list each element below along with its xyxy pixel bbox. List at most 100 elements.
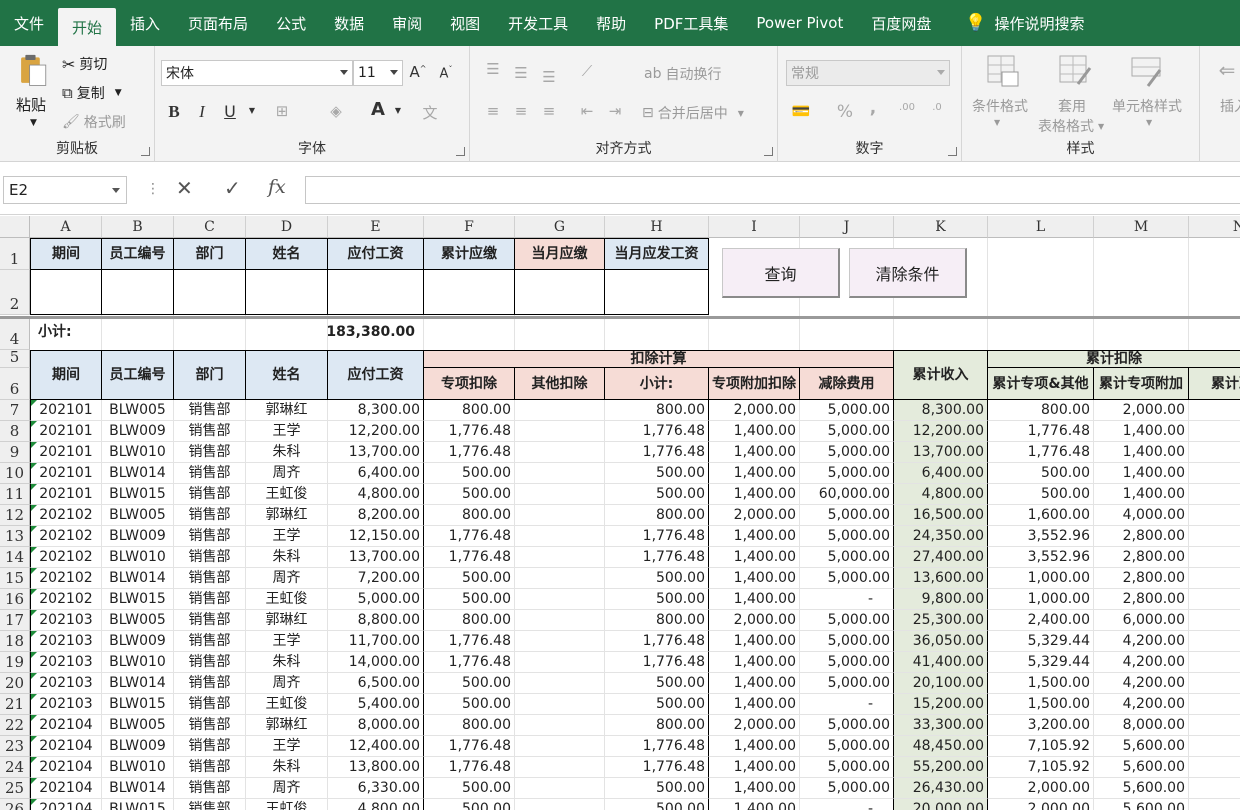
column-header-G[interactable]: G: [515, 216, 605, 238]
number-launcher-icon[interactable]: [948, 147, 957, 156]
data-cell-12[interactable]: 5,600.00: [1094, 736, 1189, 757]
data-cell-2[interactable]: 销售部: [174, 673, 246, 694]
data-cell-11[interactable]: 7,105.92: [988, 757, 1094, 778]
cut-button[interactable]: ✂ 剪切: [62, 54, 107, 74]
data-cell-0[interactable]: 202102: [30, 526, 102, 547]
data-cell-4[interactable]: 12,400.00: [328, 736, 424, 757]
data-cell-13[interactable]: 20,0: [1189, 736, 1240, 757]
query-header-5[interactable]: 累计应缴: [424, 238, 515, 270]
menu-tab-11[interactable]: Power Pivot: [742, 0, 857, 46]
column-header-A[interactable]: A: [30, 216, 102, 238]
data-cell-7[interactable]: 500.00: [605, 778, 709, 799]
data-cell-8[interactable]: 2,000.00: [709, 610, 800, 631]
query-header-6[interactable]: 当月应缴: [515, 238, 605, 270]
data-cell-11[interactable]: 7,105.92: [988, 736, 1094, 757]
borders-icon[interactable]: ⊞: [271, 102, 293, 120]
paste-dropdown-icon[interactable]: ▼: [30, 118, 37, 128]
data-cell-13[interactable]: 10,0: [1189, 568, 1240, 589]
data-cell-7[interactable]: 500.00: [605, 589, 709, 610]
font-color-dropdown-icon[interactable]: ▼: [387, 106, 409, 115]
data-cell-1[interactable]: BLW014: [102, 568, 174, 589]
data-cell-3[interactable]: 王虹俊: [246, 589, 328, 610]
data-cell-5[interactable]: 500.00: [424, 673, 515, 694]
data-cell-12[interactable]: 1,400.00: [1094, 421, 1189, 442]
row-header-20[interactable]: 20: [0, 673, 30, 694]
data-cell-11[interactable]: 5,329.44: [988, 631, 1094, 652]
row-header-24[interactable]: 24: [0, 757, 30, 778]
data-cell-4[interactable]: 7,200.00: [328, 568, 424, 589]
data-cell-0[interactable]: 202102: [30, 589, 102, 610]
data-cell-0[interactable]: 202102: [30, 547, 102, 568]
data-cell-6[interactable]: [515, 778, 605, 799]
data-cell-1[interactable]: BLW009: [102, 526, 174, 547]
data-cell-0[interactable]: 202101: [30, 400, 102, 421]
data-cell-0[interactable]: 202103: [30, 673, 102, 694]
data-cell-7[interactable]: 1,776.48: [605, 631, 709, 652]
data-cell-4[interactable]: 8,800.00: [328, 610, 424, 631]
table-header-emp_id[interactable]: 员工编号: [102, 350, 174, 400]
alignment-launcher-icon[interactable]: [764, 147, 773, 156]
data-cell-13[interactable]: 20,0: [1189, 778, 1240, 799]
data-cell-4[interactable]: 11,700.00: [328, 631, 424, 652]
data-cell-5[interactable]: 1,776.48: [424, 526, 515, 547]
data-cell-11[interactable]: 1,500.00: [988, 694, 1094, 715]
tell-me-search[interactable]: 💡 操作说明搜索: [945, 0, 1084, 46]
paste-icon[interactable]: [16, 54, 50, 88]
data-cell-3[interactable]: 王学: [246, 631, 328, 652]
font-color-icon[interactable]: A: [367, 99, 389, 120]
data-cell-6[interactable]: [515, 589, 605, 610]
table-header-name[interactable]: 姓名: [246, 350, 328, 400]
data-cell-5[interactable]: 800.00: [424, 505, 515, 526]
column-header-H[interactable]: H: [605, 216, 709, 238]
increase-decimal-icon[interactable]: .00: [896, 102, 918, 113]
data-cell-5[interactable]: 500.00: [424, 589, 515, 610]
data-cell-3[interactable]: 郭琳红: [246, 610, 328, 631]
data-cell-8[interactable]: 1,400.00: [709, 463, 800, 484]
data-cell-3[interactable]: 周齐: [246, 568, 328, 589]
bold-button[interactable]: B: [163, 102, 185, 122]
query-input-0[interactable]: [30, 270, 102, 315]
data-cell-11[interactable]: 5,329.44: [988, 652, 1094, 673]
query-input-3[interactable]: [246, 270, 328, 315]
table-header-special_add[interactable]: 专项附加扣除: [709, 368, 800, 400]
data-cell-13[interactable]: 60,0: [1189, 484, 1240, 505]
data-cell-4[interactable]: 4,800.00: [328, 484, 424, 505]
data-cell-8[interactable]: 1,400.00: [709, 736, 800, 757]
data-cell-6[interactable]: [515, 463, 605, 484]
data-cell-9[interactable]: 5,000.00: [800, 652, 894, 673]
data-cell-9[interactable]: 5,000.00: [800, 442, 894, 463]
data-cell-0[interactable]: 202102: [30, 568, 102, 589]
data-cell-2[interactable]: 销售部: [174, 505, 246, 526]
data-cell-3[interactable]: 王学: [246, 421, 328, 442]
currency-icon[interactable]: 💳: [790, 102, 812, 120]
data-cell-5[interactable]: 1,776.48: [424, 631, 515, 652]
query-header-0[interactable]: 期间: [30, 238, 102, 270]
data-cell-12[interactable]: 6,000.00: [1094, 610, 1189, 631]
data-cell-0[interactable]: 202104: [30, 757, 102, 778]
underline-dropdown-icon[interactable]: ▼: [241, 106, 263, 115]
column-header-E[interactable]: E: [328, 216, 424, 238]
data-cell-2[interactable]: 销售部: [174, 778, 246, 799]
data-cell-3[interactable]: 王虹俊: [246, 694, 328, 715]
row-header-2[interactable]: 2: [0, 270, 30, 315]
data-cell-3[interactable]: 郭琳红: [246, 505, 328, 526]
data-cell-12[interactable]: 4,200.00: [1094, 673, 1189, 694]
row-header-15[interactable]: 15: [0, 568, 30, 589]
data-cell-11[interactable]: 3,552.96: [988, 526, 1094, 547]
data-cell-1[interactable]: BLW015: [102, 484, 174, 505]
data-cell-11[interactable]: 1,000.00: [988, 568, 1094, 589]
data-cell-4[interactable]: 6,330.00: [328, 778, 424, 799]
row-header-1[interactable]: 1: [0, 238, 30, 270]
data-cell-4[interactable]: 13,700.00: [328, 442, 424, 463]
number-format-combo[interactable]: 常规: [786, 60, 950, 86]
data-cell-0[interactable]: 202103: [30, 694, 102, 715]
data-cell-6[interactable]: [515, 715, 605, 736]
name-box[interactable]: E2: [3, 176, 127, 204]
data-cell-10[interactable]: 24,350.00: [894, 526, 988, 547]
query-header-3[interactable]: 姓名: [246, 238, 328, 270]
table-header-cum_special_other[interactable]: 累计专项&其他: [988, 368, 1094, 400]
data-cell-4[interactable]: 13,700.00: [328, 547, 424, 568]
data-cell-1[interactable]: BLW010: [102, 442, 174, 463]
data-cell-0[interactable]: 202104: [30, 799, 102, 810]
data-cell-7[interactable]: 1,776.48: [605, 652, 709, 673]
